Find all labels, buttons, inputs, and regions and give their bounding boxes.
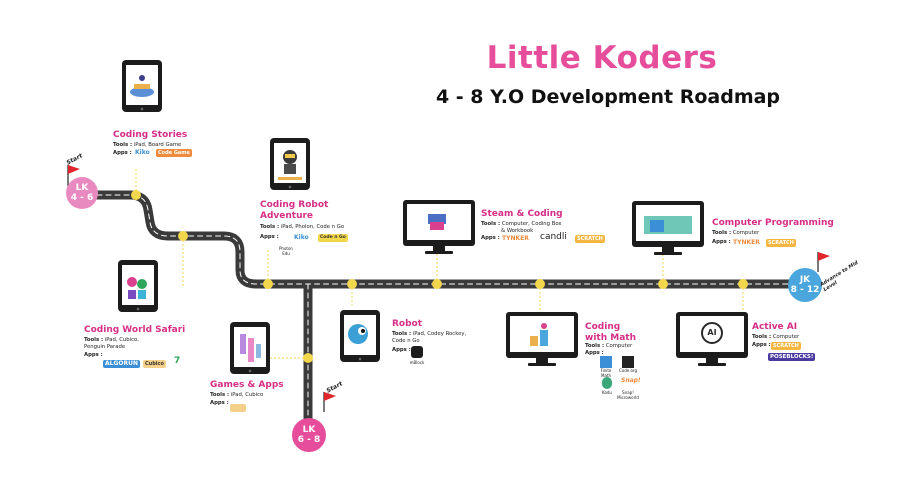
tools-value-1: iPad, Codey Rockey, (412, 331, 467, 337)
station-coding-stories-tools: Tools : iPad, Board Game (113, 142, 181, 149)
tools-value: iPad, Pholon, Code n Go (280, 224, 345, 230)
tablet-games-apps (230, 322, 270, 374)
app-kiko-2: Kiko (294, 234, 309, 241)
tools-label: Tools : (712, 230, 732, 236)
station-computer-programming-tools: Tools : Computer (712, 230, 759, 237)
app-penguin-parade: 7 (174, 356, 181, 366)
marker-lk-4-6: LK 4 - 6 (66, 177, 98, 209)
station-steam-coding-apps-label: Apps : (481, 235, 500, 241)
road-map (67, 60, 830, 433)
monitor-coding-math (506, 312, 578, 366)
app-code-game: Code Game (156, 149, 192, 157)
page-title: Little Koders (486, 40, 718, 76)
station-games-apps-apps-label: Apps : (210, 400, 229, 406)
mblock-icon (411, 346, 423, 358)
station-coding-stories-apps-label: Apps : (113, 150, 132, 156)
tools-value: Computer (605, 343, 633, 349)
tools-value-2: & Workbook (501, 227, 534, 234)
tablet-world-safari (118, 260, 158, 312)
app-scratch-2: SCRATCH (766, 239, 796, 247)
app-tynker-2: TYNKER (733, 239, 760, 246)
monitor-computer-programming (632, 201, 704, 255)
marker-jk-line1: JK (799, 275, 811, 285)
station-robot-tools: Tools : iPad, Codey Rockey, Code n Go (392, 331, 466, 344)
app-poseblocks: POSEBLOCKS! (768, 353, 816, 361)
marker-lk-4-6-line2: 4 - 6 (70, 193, 94, 203)
station-world-safari-tools: Tools : iPad, Cubico, Penguin Parade (84, 337, 139, 350)
app-tynker: TYNKER (502, 235, 529, 242)
app-candli: candli (540, 232, 567, 242)
station-games-apps-tools: Tools : iPad, Cubico (210, 392, 263, 399)
flag-start-2 (323, 392, 336, 412)
ai-screen-text: AI (707, 328, 717, 337)
app-scratch: SCRATCH (575, 235, 605, 243)
tools-label: Tools : (392, 331, 412, 337)
app-mblock: mBlock (409, 360, 425, 365)
station-coding-math-title-1: Coding (585, 322, 621, 332)
monitor-steam-coding (403, 200, 475, 254)
kodu-icon (602, 377, 612, 389)
station-active-ai-apps-label: Apps : (752, 342, 771, 348)
marker-jk-8-12: JK 8 - 12 (788, 268, 822, 302)
tools-value-2: Code n Go (392, 337, 420, 344)
tools-value: iPad, Board Game (133, 142, 182, 148)
station-robot-adventure-title-2: Adventure (260, 211, 314, 221)
marker-lk-6-8-line2: 6 - 8 (297, 435, 321, 445)
station-active-ai-title: Active AI (752, 322, 798, 332)
marker-lk-6-8: LK 6 - 8 (292, 418, 326, 452)
station-robot-apps-label: Apps : (392, 347, 411, 353)
station-robot-adventure-tools: Tools : iPad, Pholon, Code n Go (260, 224, 344, 231)
snap-icon: Snap! (621, 377, 641, 384)
station-computer-programming-apps-label: Apps : (712, 239, 731, 245)
tools-value: iPad, Cubico (230, 392, 264, 398)
flag-advance (817, 252, 830, 272)
monitor-active-ai (676, 312, 748, 366)
app-snap-microworld: Snap! Microworld (617, 390, 639, 400)
station-coding-math-tools: Tools : Computer (585, 343, 632, 350)
marker-jk-line2: 8 - 12 (790, 285, 820, 295)
app-algorun: ALGORUN (103, 360, 141, 368)
tools-label: Tools : (752, 334, 772, 340)
marker-lk-4-6-line1: LK (75, 183, 89, 193)
app-code-n-go: Code n Go (318, 234, 348, 242)
tools-value-2: Penguin Parade (84, 343, 126, 350)
app-code-org: Code.org (618, 368, 638, 373)
tools-value-1: iPad, Cubico, (104, 337, 139, 343)
station-robot-adventure-title-1: Coding Robot (260, 200, 329, 210)
station-computer-programming-title: Computer Programming (712, 218, 834, 228)
roadmap-stage: Little Koders 4 - 8 Y.O Development Road… (0, 0, 900, 497)
marker-lk-6-8-line1: LK (302, 425, 316, 435)
tools-label: Tools : (481, 221, 501, 227)
tablet-robot (340, 310, 380, 362)
code-org-icon (622, 356, 634, 368)
app-cubico: Cubico (143, 360, 166, 368)
app-cubico-icon (230, 404, 246, 412)
tools-label: Tools : (84, 337, 104, 343)
page-subtitle: 4 - 8 Y.O Development Roadmap (435, 86, 781, 108)
station-world-safari-apps-label: Apps : (84, 352, 103, 358)
station-robot-title: Robot (392, 319, 423, 329)
station-world-safari-title: Coding World Safari (84, 325, 186, 335)
tablet-robot-adventure (270, 138, 310, 190)
finite-math-icon (600, 356, 612, 368)
tools-label: Tools : (260, 224, 280, 230)
station-active-ai-tools: Tools : Computer (752, 334, 799, 341)
app-photon-edu: Photon Edu (279, 246, 293, 256)
tools-label: Tools : (585, 343, 605, 349)
app-kiko: Kiko (135, 149, 150, 156)
station-steam-coding-title: Steam & Coding (481, 209, 563, 219)
tools-label: Tools : (113, 142, 133, 148)
app-scratch-3: SCRATCH (771, 342, 801, 350)
tools-value: Computer (732, 230, 760, 236)
tools-value: Computer (772, 334, 800, 340)
tools-label: Tools : (210, 392, 230, 398)
station-games-apps-title: Games & Apps (210, 380, 284, 390)
tools-value-1: Computer, Coding Box (501, 221, 562, 227)
station-robot-adventure-apps-label: Apps : (260, 234, 279, 240)
station-coding-math-title-2: with Math (585, 333, 636, 343)
connectors (135, 168, 744, 359)
station-coding-stories-title: Coding Stories (113, 130, 188, 140)
tablet-coding-stories (122, 60, 162, 112)
